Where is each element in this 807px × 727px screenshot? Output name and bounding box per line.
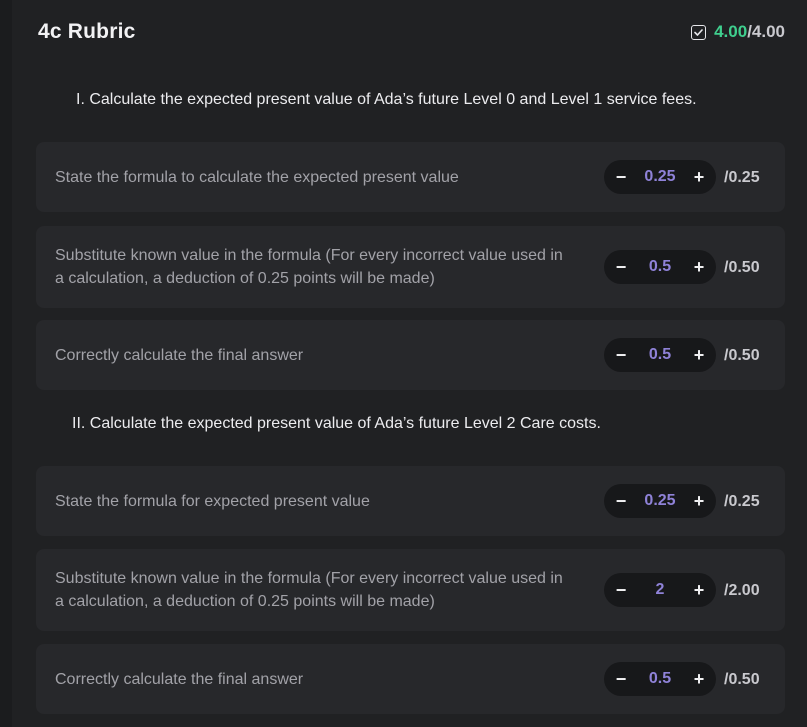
score-stepper: − 0.5 + <box>604 338 716 372</box>
max-score: /0.25 <box>724 493 760 510</box>
criterion-label: State the formula to calculate the expec… <box>55 169 459 186</box>
increment-button[interactable]: + <box>684 484 714 518</box>
increment-button[interactable]: + <box>684 338 714 372</box>
max-score: /0.50 <box>724 259 760 276</box>
rubric-score: 4.00/4.00 <box>691 22 785 42</box>
max-score: /0.50 <box>724 347 760 364</box>
section-title: I. Calculate the expected present value … <box>76 91 697 108</box>
increment-button[interactable]: + <box>684 160 714 194</box>
checkbox-checked-icon <box>691 24 707 40</box>
decrement-button[interactable]: − <box>606 662 636 696</box>
decrement-button[interactable]: − <box>606 573 636 607</box>
criterion-row: Substitute known value in the formula (F… <box>36 549 785 631</box>
score-value[interactable]: 0.5 <box>634 250 686 284</box>
rubric-panel: 4c Rubric 4.00/4.00 I. Calculate the exp… <box>12 0 807 727</box>
score-total: /4.00 <box>747 22 785 41</box>
increment-button[interactable]: + <box>684 573 714 607</box>
criterion-row: Correctly calculate the final answer − 0… <box>36 644 785 714</box>
max-score: /0.50 <box>724 671 760 688</box>
increment-button[interactable]: + <box>684 662 714 696</box>
decrement-button[interactable]: − <box>606 338 636 372</box>
criterion-label: State the formula for expected present v… <box>55 493 370 510</box>
criterion-row: State the formula for expected present v… <box>36 466 785 536</box>
criterion-row: Correctly calculate the final answer − 0… <box>36 320 785 390</box>
criterion-label: Substitute known value in the formula (F… <box>55 247 563 287</box>
score-stepper: − 0.25 + <box>604 484 716 518</box>
score-stepper: − 0.5 + <box>604 662 716 696</box>
score-earned: 4.00 <box>714 22 748 41</box>
rubric-title: 4c Rubric <box>38 20 136 43</box>
max-score: /2.00 <box>724 582 760 599</box>
score-value[interactable]: 0.5 <box>634 338 686 372</box>
criterion-row: Substitute known value in the formula (F… <box>36 226 785 308</box>
score-value[interactable]: 0.25 <box>634 160 686 194</box>
increment-button[interactable]: + <box>684 250 714 284</box>
criterion-label: Correctly calculate the final answer <box>55 347 304 364</box>
criterion-row: State the formula to calculate the expec… <box>36 142 785 212</box>
section-title: II. Calculate the expected present value… <box>72 415 601 432</box>
score-value[interactable]: 0.5 <box>634 662 686 696</box>
score-stepper: − 0.25 + <box>604 160 716 194</box>
rubric-header: 4c Rubric 4.00/4.00 <box>12 0 807 68</box>
score-value[interactable]: 2 <box>634 573 686 607</box>
decrement-button[interactable]: − <box>606 484 636 518</box>
score-value[interactable]: 0.25 <box>634 484 686 518</box>
score-stepper: − 2 + <box>604 573 716 607</box>
criterion-label: Correctly calculate the final answer <box>55 671 304 688</box>
max-score: /0.25 <box>724 169 760 186</box>
decrement-button[interactable]: − <box>606 250 636 284</box>
score-stepper: − 0.5 + <box>604 250 716 284</box>
criterion-label: Substitute known value in the formula (F… <box>55 570 563 610</box>
decrement-button[interactable]: − <box>606 160 636 194</box>
